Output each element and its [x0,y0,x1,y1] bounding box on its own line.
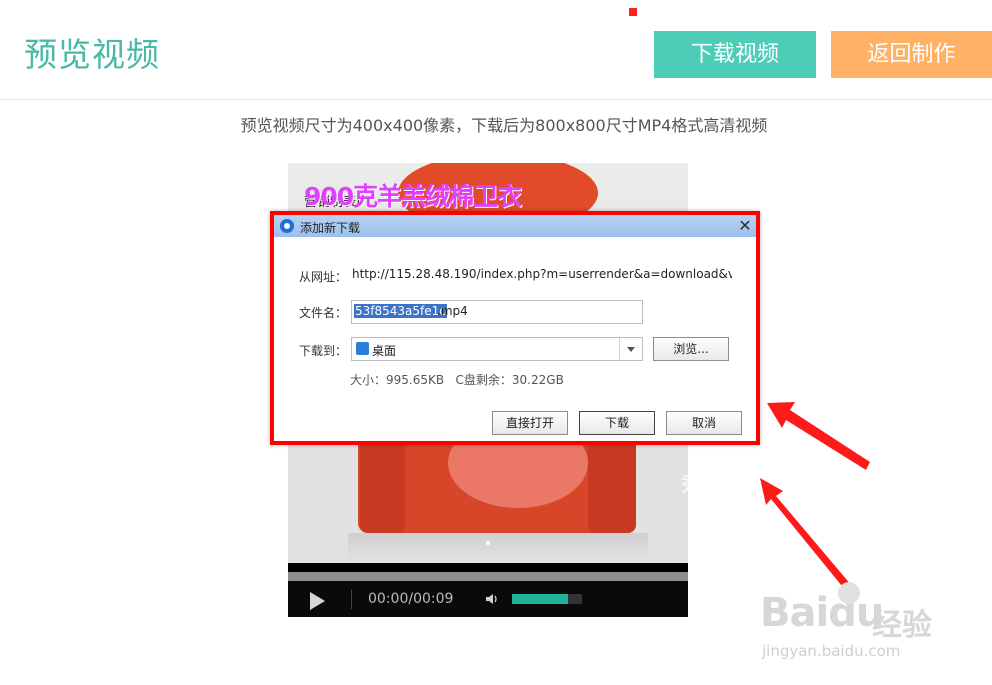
watermark-url: jingyan.baidu.com [762,642,901,660]
watermark-brand: Baidu [760,590,884,636]
red-arrow-upper [767,402,870,470]
red-arrow-lower [760,478,852,591]
paw-icon [838,582,860,604]
watermark-brand-cn: 经验 [872,608,932,643]
